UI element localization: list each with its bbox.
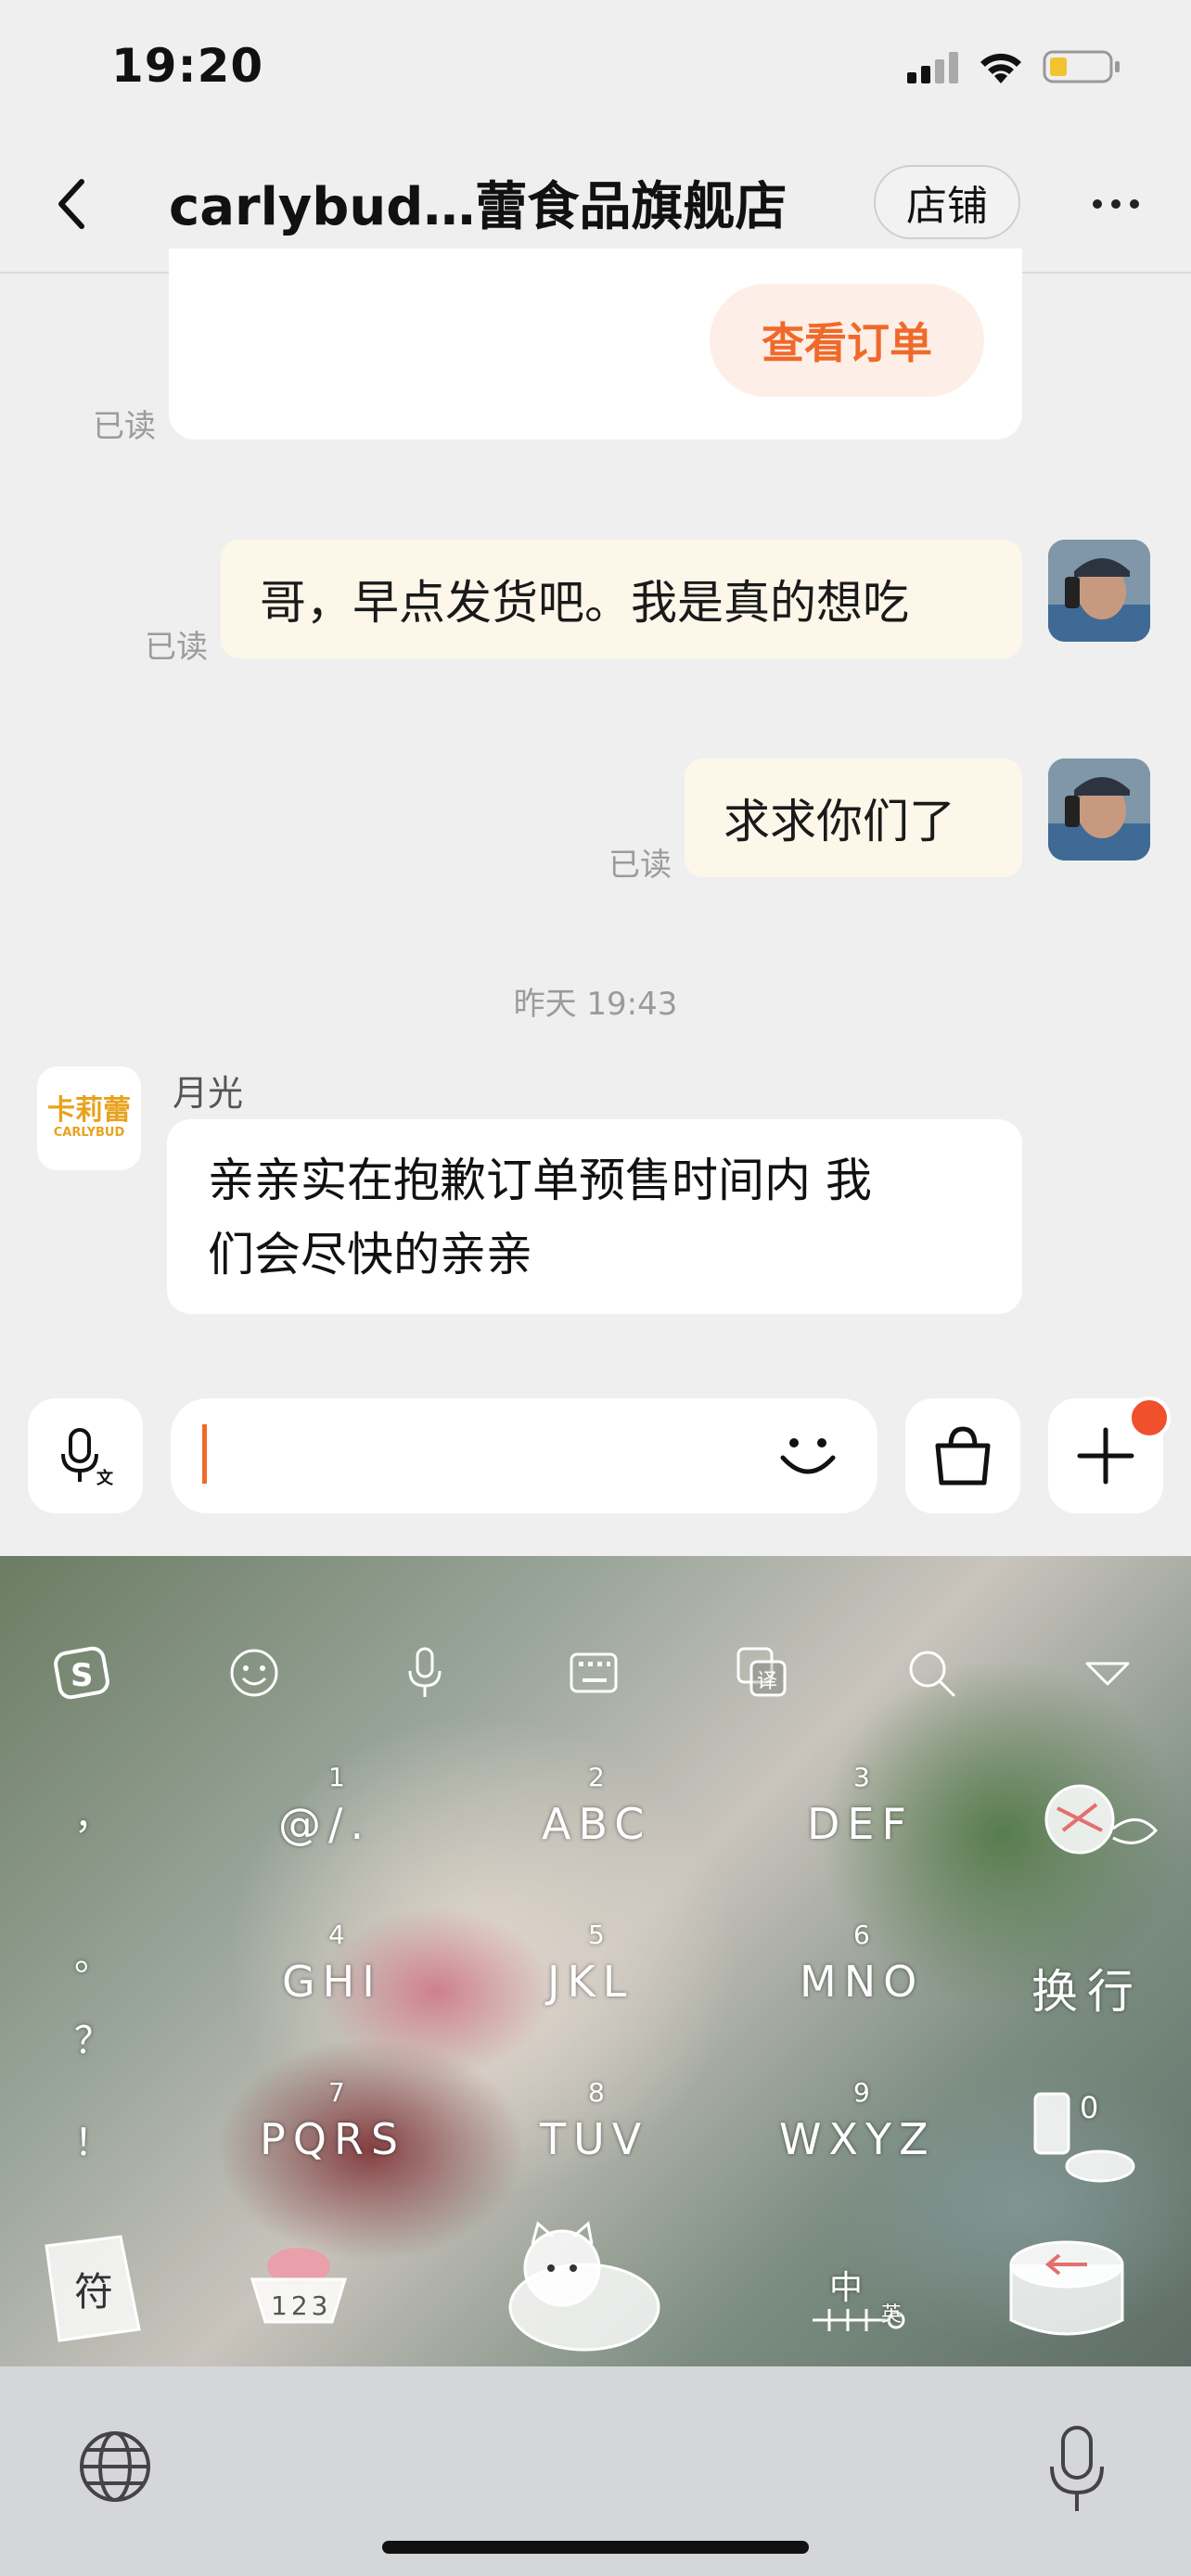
language-label-en: 英 bbox=[881, 2303, 903, 2327]
search-icon[interactable] bbox=[903, 1645, 959, 1701]
message-text: 哥，早点发货吧。我是真的想吃 bbox=[260, 576, 909, 630]
battery-icon bbox=[1043, 48, 1122, 85]
emoji-icon[interactable] bbox=[775, 1422, 840, 1487]
punct-key[interactable]: ， bbox=[74, 1786, 111, 1840]
key-2[interactable]: ABC bbox=[542, 1799, 651, 1849]
key-number: 5 bbox=[588, 1919, 605, 1950]
wifi-icon bbox=[978, 48, 1024, 85]
reply-text-line: 们会尽快的亲亲 bbox=[208, 1228, 532, 1282]
numbers-label: 123 bbox=[271, 2290, 332, 2321]
voice-input-icon[interactable] bbox=[397, 1645, 453, 1701]
store-logo-text: 卡莉蕾 bbox=[47, 1094, 131, 1127]
language-key[interactable]: 中 英 bbox=[807, 2261, 909, 2348]
timestamp: 昨天 19:43 bbox=[513, 986, 678, 1023]
voice-translate-button[interactable]: 文 bbox=[28, 1398, 143, 1513]
page-title: carlybud…蕾食品旗舰店 bbox=[169, 177, 788, 237]
more-icon[interactable] bbox=[1093, 195, 1148, 212]
key-6[interactable]: MNO bbox=[800, 1957, 924, 2007]
read-status: 已读 bbox=[93, 408, 156, 445]
zero-key[interactable]: 0 bbox=[1028, 2088, 1139, 2194]
key-number: 8 bbox=[588, 2077, 605, 2108]
reply-bubble: 亲亲实在抱歉订单预售时间内 我 们会尽快的亲亲 bbox=[167, 1119, 1022, 1314]
message-text: 求求你们了 bbox=[724, 795, 955, 848]
notification-badge bbox=[1128, 1396, 1171, 1439]
view-order-button[interactable]: 查看订单 bbox=[710, 284, 984, 397]
key-1[interactable]: @/. bbox=[278, 1799, 371, 1849]
numbers-key[interactable]: 123 bbox=[243, 2242, 354, 2339]
translate-icon[interactable]: 译 bbox=[735, 1645, 790, 1701]
key-number: 1 bbox=[328, 1762, 345, 1792]
back-button[interactable] bbox=[54, 176, 91, 232]
key-number: 4 bbox=[328, 1919, 345, 1950]
read-status: 已读 bbox=[145, 629, 208, 666]
store-logo-subtext: CARLYBUD bbox=[53, 1126, 125, 1140]
plus-icon bbox=[1077, 1427, 1134, 1485]
status-time: 19:20 bbox=[111, 39, 264, 93]
text-caret bbox=[202, 1424, 207, 1484]
signal-icon bbox=[907, 52, 959, 83]
svg-text:译: 译 bbox=[757, 1670, 777, 1693]
punct-key[interactable]: ？ bbox=[74, 2010, 111, 2064]
symbols-label: 符 bbox=[74, 2269, 114, 2315]
emoji-keyboard-icon[interactable] bbox=[226, 1645, 282, 1701]
space-key-icon[interactable] bbox=[495, 2216, 672, 2359]
read-status: 已读 bbox=[608, 847, 672, 884]
key-number: 6 bbox=[853, 1919, 870, 1950]
message-input[interactable] bbox=[171, 1398, 877, 1513]
sogou-logo-icon[interactable]: S bbox=[54, 1645, 109, 1701]
key-4[interactable]: GHI bbox=[282, 1957, 382, 2007]
svg-text:S: S bbox=[70, 1657, 94, 1694]
key-number: 2 bbox=[588, 1762, 605, 1792]
home-indicator[interactable] bbox=[382, 2541, 809, 2554]
shopping-bag-icon bbox=[935, 1426, 991, 1486]
store-avatar[interactable]: 卡莉蕾 CARLYBUD bbox=[37, 1066, 141, 1170]
punct-key[interactable]: ！ bbox=[74, 2112, 111, 2166]
key-number: 3 bbox=[853, 1762, 870, 1792]
enter-key[interactable]: 换行 bbox=[1031, 1955, 1143, 2021]
globe-icon[interactable] bbox=[76, 2428, 154, 2506]
shop-button[interactable]: 店铺 bbox=[874, 165, 1020, 239]
key-5[interactable]: JKL bbox=[547, 1957, 634, 2007]
microphone-icon: 文 bbox=[61, 1428, 113, 1486]
key-number: 7 bbox=[328, 2077, 345, 2108]
avatar[interactable] bbox=[1048, 759, 1150, 861]
sender-name: 月光 bbox=[173, 1073, 244, 1114]
reply-text-line: 亲亲实在抱歉订单预售时间内 我 bbox=[208, 1154, 872, 1207]
key-number: 9 bbox=[853, 2077, 870, 2108]
sticker-key-icon[interactable] bbox=[1035, 1773, 1174, 1869]
key-9[interactable]: WXYZ bbox=[779, 2114, 936, 2164]
key-3[interactable]: DEF bbox=[807, 1799, 914, 1849]
key-7[interactable]: PQRS bbox=[260, 2114, 405, 2164]
symbols-key[interactable]: 符 bbox=[37, 2227, 148, 2352]
zero-label: 0 bbox=[1080, 2090, 1099, 2125]
message-bubble: 哥，早点发货吧。我是真的想吃 bbox=[221, 540, 1022, 658]
punct-key[interactable]: 。 bbox=[74, 1927, 111, 1981]
key-8[interactable]: TUV bbox=[540, 2114, 648, 2164]
keyboard-switch-icon[interactable] bbox=[566, 1645, 621, 1701]
keyboard: S 译 ， 。 ？ ！ 1 @/. 2 ABC 3 DEF 4 GHI 5 JK… bbox=[0, 1556, 1191, 2366]
dictation-icon[interactable] bbox=[1044, 2422, 1109, 2515]
message-bubble: 求求你们了 bbox=[685, 759, 1022, 877]
chevron-left-icon bbox=[58, 179, 84, 229]
delete-key-icon[interactable] bbox=[1002, 2224, 1132, 2357]
products-button[interactable] bbox=[905, 1398, 1020, 1513]
avatar[interactable] bbox=[1048, 540, 1150, 642]
language-label-cn: 中 bbox=[829, 2269, 864, 2307]
collapse-keyboard-icon[interactable] bbox=[1080, 1645, 1135, 1701]
svg-text:文: 文 bbox=[96, 1468, 113, 1486]
